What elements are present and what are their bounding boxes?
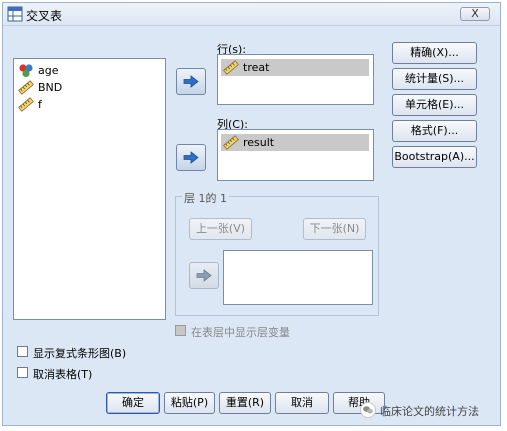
- bootstrap-button[interactable]: Bootstrap(A)...: [392, 146, 477, 168]
- watermark-text: 临床论文的统计方法: [380, 405, 479, 418]
- suppress-tables-checkbox[interactable]: [17, 367, 28, 378]
- scale-variable-icon: [18, 97, 34, 112]
- variable-label: age: [38, 64, 59, 77]
- scale-variable-icon: [18, 80, 34, 95]
- crosstabs-app-icon: [7, 6, 23, 22]
- title-bar: 交叉表 X: [3, 3, 500, 26]
- variable-label: result: [243, 136, 275, 149]
- close-button[interactable]: X: [460, 7, 490, 21]
- columns-list[interactable]: result: [217, 129, 374, 181]
- paste-button[interactable]: 粘贴(P): [164, 392, 215, 414]
- variable-item-age[interactable]: age: [18, 62, 158, 79]
- suppress-tables-option[interactable]: 取消表格(T): [17, 365, 137, 381]
- arrow-right-icon: [183, 75, 199, 88]
- wechat-logo-icon: [360, 402, 376, 418]
- nominal-variable-icon: [19, 64, 33, 78]
- help-button[interactable]: 帮助: [333, 392, 385, 414]
- window-title: 交叉表: [26, 9, 63, 23]
- layer-group: 层 1的 1 上一张(V) 下一张(N): [175, 190, 379, 316]
- statistics-button[interactable]: 统计量(S)...: [392, 68, 477, 90]
- next-layer-button[interactable]: 下一张(N): [303, 218, 366, 240]
- reset-button[interactable]: 重置(R): [219, 392, 271, 414]
- layer-list[interactable]: [223, 250, 373, 305]
- display-layer-variables-checkbox[interactable]: [175, 325, 186, 336]
- arrow-right-icon: [183, 151, 199, 164]
- previous-layer-button[interactable]: 上一张(V): [189, 218, 252, 240]
- variable-label: BND: [38, 81, 63, 94]
- format-button[interactable]: 格式(F)...: [392, 120, 477, 142]
- scale-variable-icon: [223, 135, 239, 150]
- ok-button[interactable]: 确定: [106, 392, 160, 414]
- crosstabs-dialog: 交叉表 X age BND f 行(s): treat 列(C): result…: [2, 2, 501, 426]
- rows-item-treat[interactable]: treat: [221, 59, 369, 76]
- variable-item-f[interactable]: f: [18, 96, 158, 113]
- cells-button[interactable]: 单元格(E)...: [392, 94, 477, 116]
- move-to-rows-button[interactable]: [176, 68, 206, 95]
- cancel-button[interactable]: 取消: [275, 392, 329, 414]
- move-to-columns-button[interactable]: [176, 144, 206, 171]
- clustered-bar-checkbox[interactable]: [17, 346, 28, 357]
- columns-item-result[interactable]: result: [221, 134, 369, 151]
- display-layer-variables-option[interactable]: 在表层中显示层变量: [175, 323, 335, 339]
- rows-list[interactable]: treat: [217, 54, 374, 105]
- display-layer-variables-label: 在表层中显示层变量: [191, 326, 290, 339]
- arrow-right-icon: [196, 269, 212, 282]
- source-variable-list[interactable]: age BND f: [13, 58, 166, 320]
- scale-variable-icon: [223, 60, 239, 75]
- move-to-layer-button[interactable]: [189, 262, 219, 289]
- suppress-tables-label: 取消表格(T): [33, 368, 93, 381]
- clustered-bar-option[interactable]: 显示复式条形图(B): [17, 344, 157, 360]
- variable-item-bnd[interactable]: BND: [18, 79, 158, 96]
- layer-group-title: 层 1的 1: [182, 190, 229, 206]
- exact-button[interactable]: 精确(X)...: [392, 42, 477, 64]
- variable-label: treat: [243, 61, 270, 74]
- clustered-bar-label: 显示复式条形图(B): [33, 347, 127, 360]
- variable-label: f: [38, 98, 42, 111]
